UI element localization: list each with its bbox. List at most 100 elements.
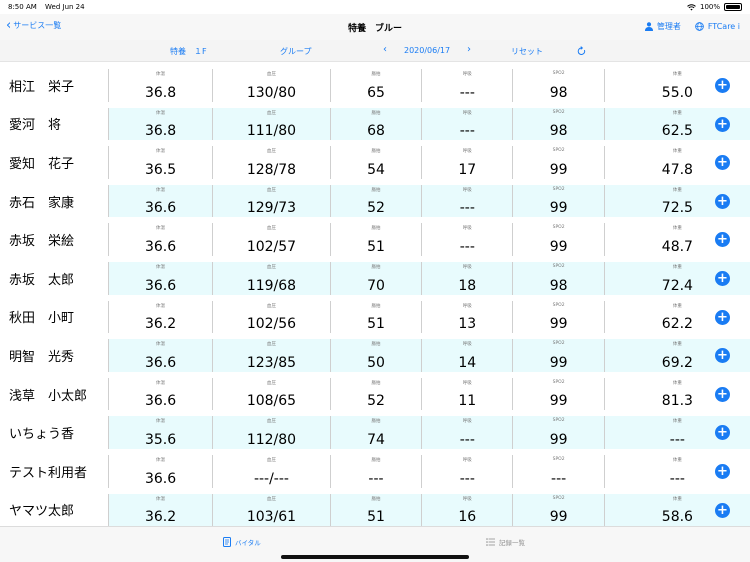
vital-cell[interactable]: SPO2 99 (512, 493, 603, 527)
vital-cell[interactable]: SPO2 99 (512, 339, 603, 372)
add-vital-button[interactable]: + (715, 78, 730, 93)
vital-cell[interactable]: SPO2 99 (512, 223, 603, 256)
add-vital-button[interactable]: + (715, 116, 730, 132)
vital-cell[interactable]: 呼吸 17 (421, 146, 512, 179)
vital-cell[interactable]: 血圧 102/57 (212, 223, 330, 256)
vital-cell[interactable]: 血圧 108/65 (212, 377, 330, 411)
vital-cell[interactable]: 体温 36.6 (108, 184, 212, 218)
table-row[interactable]: テスト利用者 体温 36.6 血圧 ---/--- 脈拍 --- 呼吸 --- SPO2 --- 体重… (0, 452, 750, 491)
vital-cell[interactable]: 脈拍 50 (329, 339, 421, 372)
table-row[interactable]: いちょう香 体温 35.6 血圧 112/80 脈拍 74 呼吸 --- SPO2 99 体重 --- + (0, 413, 750, 452)
vital-cell[interactable]: 血圧 102/56 (212, 300, 330, 334)
floor-selector[interactable]: 特養 １F (170, 46, 207, 57)
vital-cell[interactable]: 脈拍 74 (329, 416, 421, 449)
table-row[interactable]: ヤマツ太郎 体温 36.2 血圧 103/61 脈拍 51 呼吸 16 SPO2 99 体重 58.6 + (0, 491, 750, 530)
vital-cell[interactable]: 体温 36.2 (108, 300, 212, 334)
vital-cell[interactable]: 呼吸 --- (421, 107, 512, 141)
resident-name[interactable]: テスト利用者 (0, 452, 108, 491)
table-row[interactable]: 愛知 花子 体温 36.5 血圧 128/78 脈拍 54 呼吸 17 SPO2 99 体重 47.8 + (0, 143, 750, 182)
vital-cell[interactable]: 体温 36.8 (108, 107, 212, 141)
next-date-button[interactable]: › (467, 44, 471, 55)
vital-cell[interactable]: 呼吸 --- (421, 454, 512, 488)
add-vital-button[interactable]: + (715, 193, 730, 209)
vital-cell[interactable]: 血圧 111/80 (212, 107, 330, 141)
table-row[interactable]: 赤坂 栄絵 体温 36.6 血圧 102/57 脈拍 51 呼吸 --- SPO2 99 体重 48.7… (0, 220, 750, 259)
vital-cell[interactable]: 呼吸 --- (421, 69, 512, 102)
add-vital-button[interactable]: + (715, 386, 730, 402)
vital-cell[interactable]: 呼吸 --- (421, 223, 512, 256)
vital-cell[interactable]: 呼吸 14 (421, 339, 512, 372)
vital-cell[interactable]: 血圧 129/73 (212, 184, 330, 218)
vital-cell[interactable]: 体温 36.6 (108, 377, 212, 411)
vital-cell[interactable]: 体温 36.6 (108, 454, 212, 488)
refresh-icon[interactable] (577, 46, 586, 56)
table-row[interactable]: 秋田 小町 体温 36.2 血圧 102/56 脈拍 51 呼吸 13 SPO2 99 体重 62.2 + (0, 298, 750, 337)
vital-cell[interactable]: 血圧 119/68 (212, 261, 330, 295)
add-vital-button[interactable]: + (715, 348, 730, 364)
vital-cell[interactable]: 呼吸 16 (421, 493, 512, 527)
vital-cell[interactable]: 体温 36.8 (108, 69, 212, 102)
vital-cell[interactable]: SPO2 99 (512, 300, 603, 334)
table-row[interactable]: 相江 栄子 体温 36.8 血圧 130/80 脈拍 65 呼吸 --- SPO2 98 体重 55.0… (0, 66, 750, 105)
vital-cell[interactable]: 呼吸 18 (421, 261, 512, 295)
add-vital-button[interactable]: + (715, 463, 730, 479)
vital-cell[interactable]: 呼吸 --- (421, 416, 512, 449)
vital-cell[interactable]: 体温 36.6 (108, 339, 212, 372)
vital-cell[interactable]: 呼吸 11 (421, 377, 512, 411)
resident-name[interactable]: ヤマツ太郎 (0, 491, 108, 530)
add-vital-button[interactable]: + (715, 502, 730, 518)
resident-name[interactable]: 相江 栄子 (0, 66, 108, 105)
tab-vital[interactable]: バイタル (223, 537, 261, 547)
resident-name[interactable]: 秋田 小町 (0, 298, 108, 337)
vital-cell[interactable]: 脈拍 52 (329, 377, 421, 411)
vital-cell[interactable]: 血圧 130/80 (212, 69, 330, 102)
app-menu-button[interactable]: FTCare i (695, 22, 740, 31)
vital-cell[interactable]: SPO2 99 (512, 377, 603, 411)
vital-cell[interactable]: 血圧 103/61 (212, 493, 330, 527)
vital-cell[interactable]: 呼吸 --- (421, 184, 512, 218)
vital-cell[interactable]: SPO2 99 (512, 146, 603, 179)
resident-name[interactable]: 赤石 家康 (0, 182, 108, 221)
vital-cell[interactable]: SPO2 98 (512, 107, 603, 141)
vital-cell[interactable]: 脈拍 70 (329, 261, 421, 295)
add-vital-button[interactable]: + (715, 232, 730, 248)
vital-cell[interactable]: 血圧 112/80 (212, 416, 330, 449)
vital-cell[interactable]: SPO2 99 (512, 416, 603, 449)
add-vital-button[interactable]: + (715, 155, 730, 171)
resident-name[interactable]: 赤坂 太郎 (0, 259, 108, 298)
vital-cell[interactable]: 脈拍 --- (329, 454, 421, 488)
resident-name[interactable]: 赤坂 栄絵 (0, 220, 108, 259)
vital-cell[interactable]: SPO2 --- (512, 454, 603, 488)
vital-cell[interactable]: 脈拍 51 (329, 300, 421, 334)
vital-cell[interactable]: SPO2 98 (512, 69, 603, 102)
reset-button[interactable]: リセット (511, 46, 543, 57)
vital-cell[interactable]: 呼吸 13 (421, 300, 512, 334)
vital-cell[interactable]: 脈拍 51 (329, 223, 421, 256)
resident-name[interactable]: 浅草 小太郎 (0, 375, 108, 414)
add-vital-button[interactable]: + (715, 309, 730, 325)
vital-cell[interactable]: 脈拍 65 (329, 69, 421, 102)
add-vital-button[interactable]: + (715, 425, 730, 441)
vital-cell[interactable]: 体温 36.5 (108, 146, 212, 179)
vital-cell[interactable]: 体温 35.6 (108, 416, 212, 449)
resident-name[interactable]: 明智 光秀 (0, 336, 108, 375)
table-row[interactable]: 明智 光秀 体温 36.6 血圧 123/85 脈拍 50 呼吸 14 SPO2 99 体重 69.2 + (0, 336, 750, 375)
vital-cell[interactable]: 脈拍 51 (329, 493, 421, 527)
vital-cell[interactable]: SPO2 98 (512, 261, 603, 295)
vital-cell[interactable]: 体温 36.6 (108, 261, 212, 295)
group-selector[interactable]: グループ (280, 46, 312, 57)
table-row[interactable]: 赤坂 太郎 体温 36.6 血圧 119/68 脈拍 70 呼吸 18 SPO2 98 体重 72.4 + (0, 259, 750, 298)
vital-cell[interactable]: 脈拍 68 (329, 107, 421, 141)
resident-name[interactable]: 愛知 花子 (0, 143, 108, 182)
vital-cell[interactable]: SPO2 99 (512, 184, 603, 218)
table-row[interactable]: 愛河 将体温 36.8 血圧 111/80 脈拍 68 呼吸 --- SPO2 98 体重 62.5 + (0, 105, 750, 144)
vital-cell[interactable]: 血圧 123/85 (212, 339, 330, 372)
admin-button[interactable]: 管理者 (644, 21, 681, 32)
vital-cell[interactable]: 血圧 ---/--- (212, 454, 330, 488)
table-row[interactable]: 赤石 家康 体温 36.6 血圧 129/73 脈拍 52 呼吸 --- SPO2 99 体重 72.5… (0, 182, 750, 221)
vital-cell[interactable]: 体温 36.6 (108, 223, 212, 256)
tab-records[interactable]: 記録一覧 (486, 537, 525, 547)
vital-cell[interactable]: 脈拍 54 (329, 146, 421, 179)
table-row[interactable]: 浅草 小太郎 体温 36.6 血圧 108/65 脈拍 52 呼吸 11 SPO2 99 体重 81.3… (0, 375, 750, 414)
add-vital-button[interactable]: + (715, 270, 730, 286)
